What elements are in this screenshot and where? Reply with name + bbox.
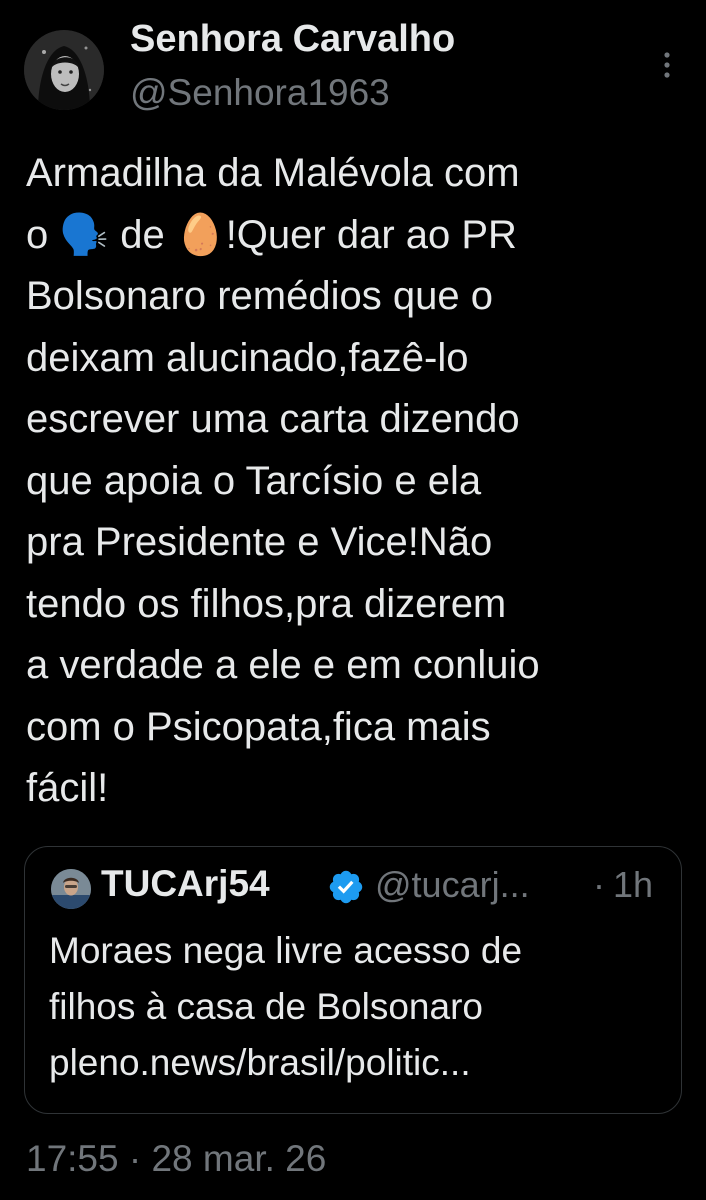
timestamp-separator: · xyxy=(118,1138,152,1179)
quoted-separator: · xyxy=(593,864,605,905)
tweet-date: 28 mar. 26 xyxy=(151,1138,327,1179)
author-handle[interactable]: @Senhora1963 xyxy=(130,72,390,114)
tweet-text: Armadilha da Malévola com o 🗣️ de 🥚!Quer… xyxy=(26,151,540,810)
author-display-name[interactable]: Senhora Carvalho xyxy=(130,18,455,61)
author-avatar-image xyxy=(24,30,104,110)
quoted-author-avatar xyxy=(51,869,91,909)
quoted-author-display-name: TUCArj54 xyxy=(101,863,270,904)
quoted-tweet-text: Moraes nega livre acesso de filhos à cas… xyxy=(49,930,523,1083)
tweet-timestamp[interactable]: 17:55 · 28 mar. 26 xyxy=(26,1138,326,1180)
verified-badge-icon xyxy=(327,868,365,906)
more-vertical-icon[interactable] xyxy=(660,48,674,82)
quoted-tweet-card[interactable]: TUCArj54 @tucarj... · 1h Moraes nega liv… xyxy=(24,846,682,1114)
quoted-author-handle: @tucarj... xyxy=(375,864,530,905)
quoted-time-ago: 1h xyxy=(613,864,654,905)
tweet-header: Senhora Carvalho @Senhora1963 xyxy=(0,0,706,130)
author-avatar[interactable] xyxy=(24,30,104,110)
tweet-time: 17:55 xyxy=(26,1138,119,1179)
